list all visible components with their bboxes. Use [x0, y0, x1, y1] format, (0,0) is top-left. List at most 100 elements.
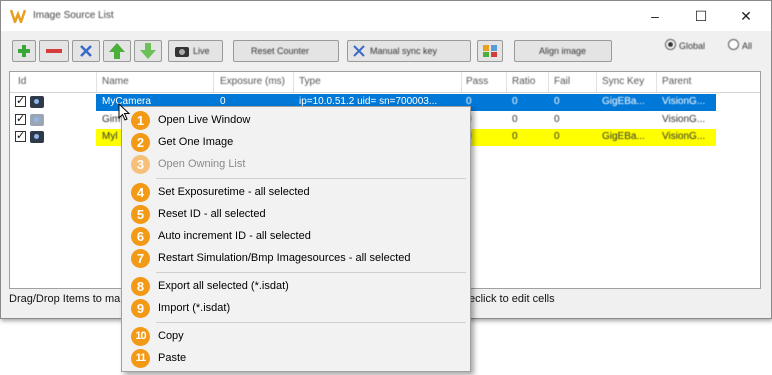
badge-8: 8 — [131, 277, 150, 296]
manual-sync-key-label: Manual sync key — [370, 46, 438, 56]
menu-item-label: Open Live Window — [158, 114, 251, 126]
align-icon-button[interactable] — [477, 40, 503, 62]
menu-item-reset-id[interactable]: 5 Reset ID - all selected — [122, 203, 470, 225]
column-id[interactable]: Id — [18, 76, 26, 87]
menu-separator — [156, 322, 466, 323]
column-ratio[interactable]: Ratio — [512, 76, 535, 87]
move-down-button[interactable] — [134, 40, 162, 62]
app-icon — [10, 9, 26, 23]
menu-item-open-owning-list: 3 Open Owning List — [122, 153, 470, 175]
cell-fail[interactable]: 0 — [554, 96, 560, 107]
cell-ratio[interactable]: 0 — [512, 96, 518, 107]
global-radio-dot — [665, 39, 676, 50]
column-divider[interactable] — [596, 72, 597, 92]
column-divider[interactable] — [461, 72, 462, 92]
column-divider[interactable] — [506, 72, 507, 92]
badge-6: 6 — [131, 227, 150, 246]
badge-2: 2 — [131, 133, 150, 152]
cell-ratio[interactable]: 0 — [512, 114, 518, 125]
row-checkbox[interactable] — [15, 94, 26, 107]
reset-counter-label: Reset Counter — [251, 46, 310, 56]
cell-parent[interactable]: VisionG... — [662, 96, 705, 107]
column-type[interactable]: Type — [299, 76, 321, 87]
column-divider[interactable] — [213, 72, 214, 92]
clear-button[interactable] — [72, 40, 100, 62]
badge-9: 9 — [131, 299, 150, 318]
cell-name[interactable]: Myl — [102, 131, 118, 142]
manual-sync-key-button[interactable]: Manual sync key — [347, 40, 471, 62]
badge-10: 10 — [131, 327, 150, 346]
badge-1: 1 — [131, 111, 150, 130]
move-up-icon — [109, 43, 125, 59]
row-checkbox[interactable] — [15, 129, 26, 142]
row-checkbox[interactable] — [15, 112, 26, 125]
live-label: Live — [193, 46, 210, 56]
reset-counter-button[interactable]: Reset Counter — [233, 40, 339, 62]
global-radio[interactable]: Global — [665, 39, 705, 51]
column-pass[interactable]: Pass — [466, 76, 488, 87]
maximize-button[interactable]: ☐ — [683, 5, 719, 27]
menu-item-auto-increment-id[interactable]: 6 Auto increment ID - all selected — [122, 225, 470, 247]
status-text-left: Drag/Drop Items to ma — [9, 293, 121, 305]
menu-item-label: Reset ID - all selected — [158, 208, 266, 220]
column-divider[interactable] — [96, 72, 97, 92]
cell-sync-key[interactable]: GigEBa... — [602, 131, 645, 142]
align-image-button[interactable]: Align image — [514, 40, 612, 62]
menu-item-label: Import (*.isdat) — [158, 302, 231, 314]
menu-item-copy[interactable]: 10 Copy — [122, 325, 470, 347]
menu-item-open-live-window[interactable]: 1 Open Live Window — [122, 109, 470, 131]
menu-item-set-exposuretime[interactable]: 4 Set Exposuretime - all selected — [122, 181, 470, 203]
camera-icon — [30, 131, 44, 143]
menu-item-import[interactable]: 9 Import (*.isdat) — [122, 297, 470, 319]
minimize-button[interactable]: – — [637, 5, 673, 27]
title-bar: Image Source List – ☐ ✕ — [1, 1, 771, 31]
menu-item-get-one-image[interactable]: 2 Get One Image — [122, 131, 470, 153]
column-divider[interactable] — [656, 72, 657, 92]
column-exposure[interactable]: Exposure (ms) — [220, 76, 285, 87]
column-sync-key[interactable]: Sync Key — [602, 76, 644, 87]
add-button[interactable] — [12, 40, 36, 62]
context-menu: 1 Open Live Window 2 Get One Image 3 Ope… — [121, 106, 471, 372]
mouse-cursor-icon — [118, 103, 130, 121]
move-up-button[interactable] — [103, 40, 131, 62]
cell-fail[interactable]: 0 — [554, 131, 560, 142]
toolbar: Live Reset Counter Manual sync key Align… — [1, 37, 771, 67]
menu-item-export-all-selected[interactable]: 8 Export all selected (*.isdat) — [122, 275, 470, 297]
live-button[interactable]: Live — [168, 40, 223, 62]
all-radio-label: All — [742, 41, 753, 51]
remove-icon — [46, 49, 62, 53]
column-parent[interactable]: Parent — [662, 76, 691, 87]
cell-parent[interactable]: VisionG... — [662, 131, 705, 142]
menu-item-label: Paste — [158, 352, 187, 364]
cell-fail[interactable]: 0 — [554, 114, 560, 125]
camera-icon — [30, 96, 44, 108]
badge-11: 11 — [131, 349, 150, 368]
cell-parent[interactable]: VisionG... — [662, 114, 705, 125]
cell-ratio[interactable]: 0 — [512, 131, 518, 142]
cell-sync-key[interactable]: GigEBa... — [602, 96, 645, 107]
window-title: Image Source List — [33, 10, 114, 21]
all-radio-dot — [728, 39, 739, 50]
badge-7: 7 — [131, 249, 150, 268]
move-down-icon — [140, 43, 156, 59]
menu-item-label: Get One Image — [158, 136, 234, 148]
global-radio-label: Global — [679, 41, 706, 51]
column-fail[interactable]: Fail — [554, 76, 570, 87]
clear-icon — [80, 45, 92, 57]
remove-button[interactable] — [39, 40, 69, 62]
column-divider[interactable] — [293, 72, 294, 92]
menu-item-restart-imagesources[interactable]: 7 Restart Simulation/Bmp Imagesources - … — [122, 247, 470, 269]
all-radio[interactable]: All — [728, 39, 752, 51]
menu-item-label: Auto increment ID - all selected — [158, 230, 311, 242]
grid-header: Id Name Exposure (ms) Type Pass Ratio Fa… — [10, 72, 760, 93]
menu-item-paste[interactable]: 11 Paste — [122, 347, 470, 369]
badge-4: 4 — [131, 183, 150, 202]
column-name[interactable]: Name — [102, 76, 129, 87]
close-button[interactable]: ✕ — [728, 5, 764, 27]
menu-separator — [156, 272, 466, 273]
camera-icon — [175, 47, 189, 57]
sync-key-icon — [353, 45, 365, 57]
column-divider[interactable] — [548, 72, 549, 92]
badge-5: 5 — [131, 205, 150, 224]
add-icon — [18, 45, 30, 57]
